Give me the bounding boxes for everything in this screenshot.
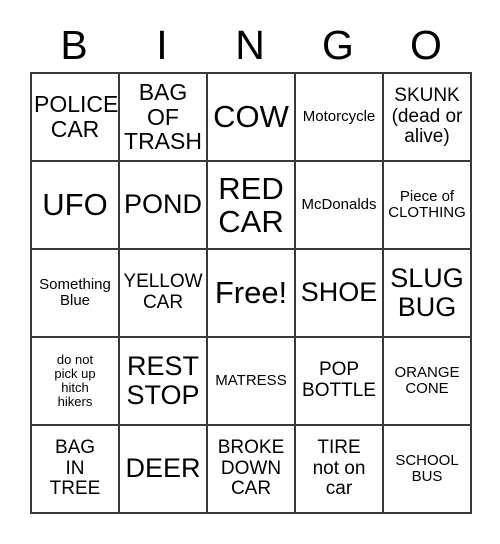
- bingo-cell[interactable]: SCHOOL BUS: [384, 426, 472, 514]
- bingo-cell-label: Free!: [214, 275, 288, 311]
- bingo-cell-label: SLUG BUG: [390, 262, 464, 322]
- bingo-cell-label: YELLOW CAR: [123, 271, 203, 313]
- bingo-cell[interactable]: MATRESS: [208, 338, 296, 426]
- bingo-cell-label: SCHOOL BUS: [395, 451, 459, 485]
- bingo-cell[interactable]: BROKE DOWN CAR: [208, 426, 296, 514]
- bingo-cell-label: POND: [123, 189, 202, 220]
- bingo-cell[interactable]: RED CAR: [208, 162, 296, 250]
- bingo-cell-label: SHOE: [300, 277, 378, 308]
- bingo-cell-label: TIRE not on car: [312, 437, 366, 500]
- bingo-cell[interactable]: SKUNK (dead or alive): [384, 74, 472, 162]
- bingo-cell[interactable]: COW: [208, 74, 296, 162]
- bingo-cell[interactable]: REST STOP: [120, 338, 208, 426]
- bingo-cell[interactable]: SHOE: [296, 250, 384, 338]
- bingo-cell-label: POP BOTTLE: [302, 359, 376, 401]
- bingo-cell[interactable]: McDonalds: [296, 162, 384, 250]
- bingo-cell[interactable]: do not pick up hitch hikers: [32, 338, 120, 426]
- bingo-cell[interactable]: YELLOW CAR: [120, 250, 208, 338]
- bingo-cell[interactable]: DEER: [120, 426, 208, 514]
- bingo-cell-label: POLICE CAR: [34, 91, 119, 142]
- bingo-cell-label: Motorcycle: [302, 107, 376, 125]
- bingo-cell-label: SKUNK (dead or alive): [391, 85, 463, 148]
- bingo-free-cell[interactable]: Free!: [208, 250, 296, 338]
- bingo-cell-label: Something Blue: [39, 275, 111, 309]
- bingo-header-letter-b: B: [60, 21, 88, 68]
- bingo-cell-label: DEER: [125, 453, 201, 484]
- bingo-cell-label: BAG OF TRASH: [124, 78, 202, 155]
- bingo-cell-label: MATRESS: [215, 371, 287, 389]
- bingo-cell-label: do not pick up hitch hikers: [54, 351, 96, 410]
- bingo-cell[interactable]: SLUG BUG: [384, 250, 472, 338]
- bingo-cell-label: COW: [213, 99, 289, 135]
- bingo-header-letter-i: I: [156, 21, 168, 68]
- bingo-cell-label: UFO: [42, 187, 108, 223]
- bingo-header-letter-n: N: [235, 21, 265, 68]
- bingo-cell-label: ORANGE CONE: [394, 363, 460, 397]
- bingo-cell-label: BROKE DOWN CAR: [217, 437, 285, 500]
- bingo-header: BINGO: [30, 18, 470, 72]
- bingo-cell-label: McDonalds: [301, 195, 377, 213]
- bingo-cell[interactable]: TIRE not on car: [296, 426, 384, 514]
- bingo-card: B I N G O POLICE CAR BAG OF TRASH COW Motorcycl…: [0, 0, 500, 544]
- bingo-cell[interactable]: Something Blue: [32, 250, 120, 338]
- bingo-grid: POLICE CAR BAG OF TRASH COW Motorcycle SKUNK…: [30, 72, 472, 514]
- bingo-cell[interactable]: ORANGE CONE: [384, 338, 472, 426]
- bingo-header-letter-o: O: [410, 21, 442, 68]
- bingo-cell-label: RED CAR: [218, 170, 284, 239]
- bingo-header-letter-g: G: [322, 21, 354, 68]
- bingo-cell-label: BAG IN TREE: [49, 437, 101, 500]
- bingo-cell[interactable]: POP BOTTLE: [296, 338, 384, 426]
- bingo-cell[interactable]: POND: [120, 162, 208, 250]
- bingo-cell[interactable]: Motorcycle: [296, 74, 384, 162]
- bingo-cell[interactable]: UFO: [32, 162, 120, 250]
- bingo-cell-label: Piece of CLOTHING: [388, 187, 466, 221]
- bingo-cell-label: REST STOP: [126, 350, 200, 410]
- bingo-cell[interactable]: POLICE CAR: [32, 74, 120, 162]
- bingo-cell[interactable]: BAG IN TREE: [32, 426, 120, 514]
- bingo-cell[interactable]: BAG OF TRASH: [120, 74, 208, 162]
- bingo-cell[interactable]: Piece of CLOTHING: [384, 162, 472, 250]
